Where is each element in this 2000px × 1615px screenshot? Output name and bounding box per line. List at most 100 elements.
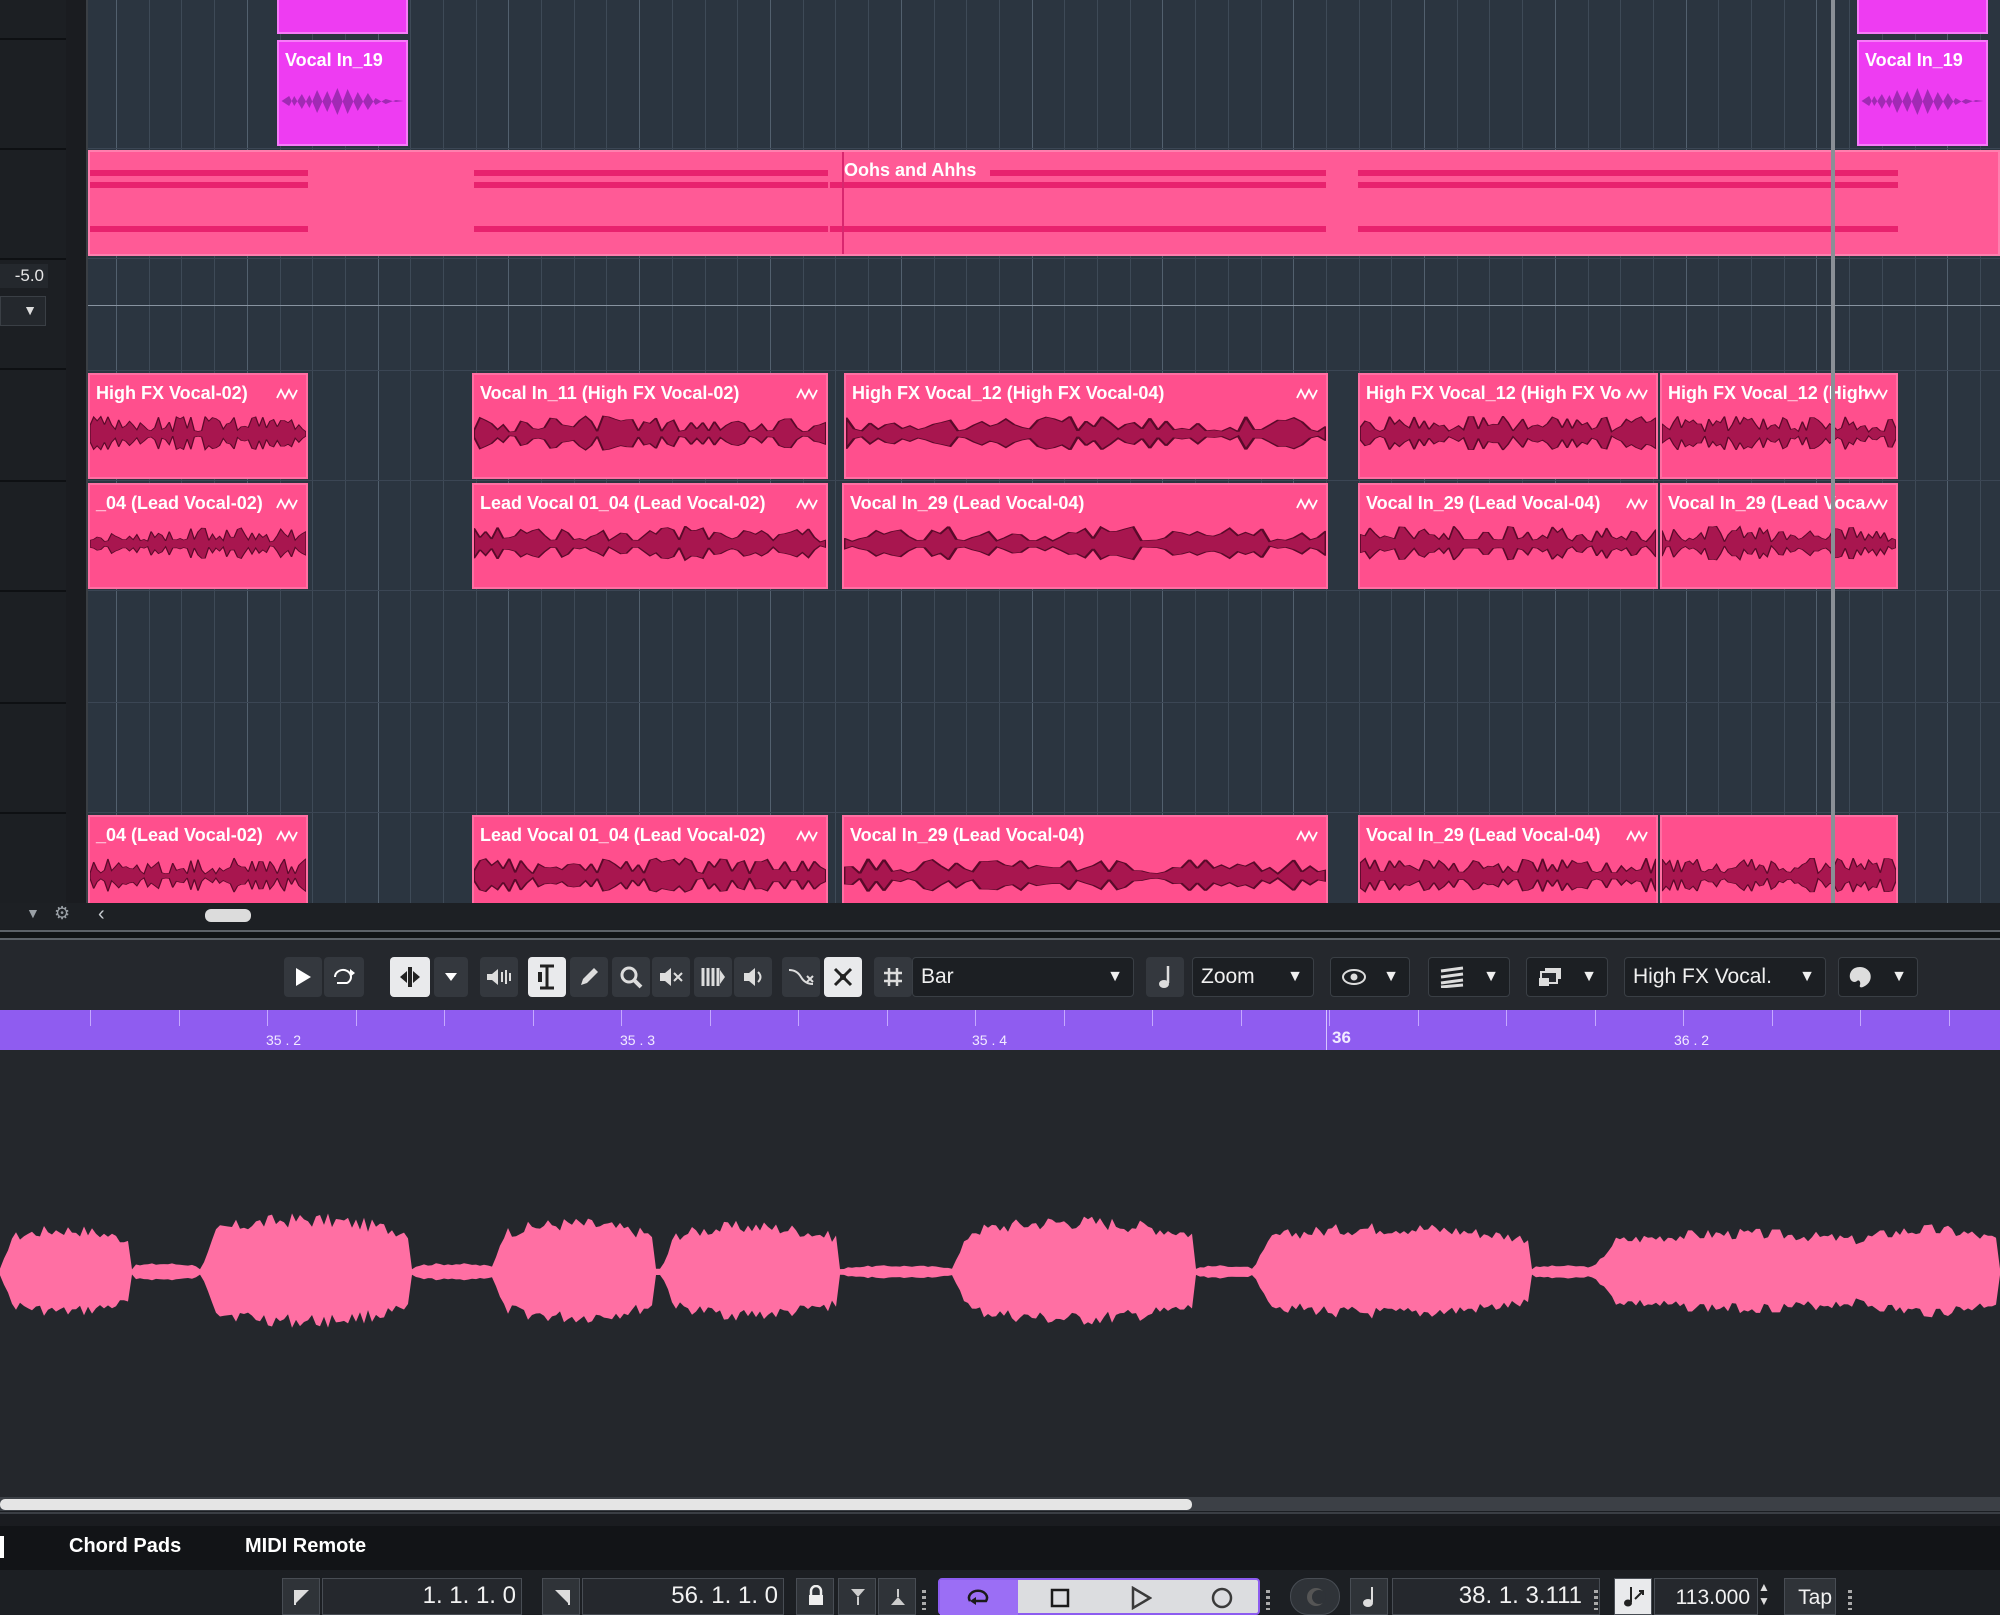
waveform <box>281 88 404 115</box>
event-title: Vocal In_29 (Lead Vocal-04) <box>850 493 1085 513</box>
audio-event[interactable]: Lead Vocal 01_04 (Lead Vocal-02) <box>472 815 828 905</box>
grid-button[interactable] <box>874 957 912 997</box>
record-button[interactable] <box>1180 1580 1260 1615</box>
speaker-icon <box>744 968 762 986</box>
gear-icon[interactable]: ⚙ <box>54 903 70 924</box>
grip-handle[interactable] <box>922 1590 926 1610</box>
track-volume-dropdown[interactable]: ▼ <box>0 296 46 326</box>
click-button[interactable] <box>1350 1578 1388 1615</box>
mute-speaker-icon <box>660 968 683 986</box>
punch-in-button[interactable] <box>838 1578 876 1615</box>
project-scroll-thumb[interactable] <box>205 909 251 922</box>
warp-icon <box>276 387 298 401</box>
audio-event[interactable]: _04 (Lead Vocal-02) <box>88 483 308 589</box>
audio-event[interactable]: Lead Vocal 01_04 (Lead Vocal-02) <box>472 483 828 589</box>
grip-handle[interactable] <box>1848 1590 1852 1610</box>
tap-tempo-label: Tap <box>1798 1586 1832 1609</box>
cycle-button[interactable] <box>940 1580 1018 1615</box>
audio-event[interactable]: High FX Vocal_12 (High FX Vo <box>1358 373 1658 479</box>
right-locator-value: 56. 1. 1. 0 <box>671 1582 778 1609</box>
punch-in-icon <box>851 1589 865 1605</box>
ruler-label: 36 . 2 <box>1674 1032 1710 1048</box>
audio-event[interactable] <box>1660 815 1898 905</box>
layers-dropdown[interactable]: ▼ <box>1428 957 1510 997</box>
sample-editor-waveform[interactable] <box>0 1050 2000 1500</box>
play-button[interactable] <box>1100 1580 1180 1615</box>
note-icon <box>1159 966 1170 988</box>
color-menu-dropdown[interactable]: ▼ <box>1838 957 1918 997</box>
zero-crossing-icon <box>788 969 814 985</box>
waveform <box>90 857 306 893</box>
audio-event-vocal-in-19-right[interactable]: Vocal In_19 <box>1857 40 1988 146</box>
snap-button[interactable] <box>824 957 862 997</box>
window-layout-dropdown[interactable]: ▼ <box>1526 957 1608 997</box>
project-cursor[interactable] <box>1831 0 1835 905</box>
stop-button[interactable] <box>1020 1580 1100 1615</box>
grid-type-dropdown[interactable]: Bar ▼ <box>912 957 1134 997</box>
event-title: High FX Vocal_12 (High FX Vocal-04) <box>852 383 1165 403</box>
audition-volume-button[interactable] <box>480 957 518 997</box>
grip-handle[interactable] <box>1594 1590 1598 1610</box>
event-title: High FX Vocal-02) <box>96 383 248 403</box>
audio-event-top-a[interactable] <box>277 0 408 34</box>
lock-icon <box>809 1585 823 1605</box>
tab-chord-pads[interactable]: Chord Pads <box>69 1535 181 1558</box>
track-volume-value[interactable]: -5.0 <box>0 264 48 288</box>
midi-part-oohs-and-ahhs[interactable]: Oohs and Ahhs <box>88 150 2000 256</box>
audio-event[interactable]: Vocal In_11 (High FX Vocal-02) <box>472 373 828 479</box>
right-locator-button[interactable] <box>542 1578 580 1615</box>
quantize-note-button[interactable] <box>1146 957 1184 997</box>
audio-event[interactable]: High FX Vocal_12 (High <box>1660 373 1898 479</box>
audio-event[interactable]: Vocal In_29 (Lead Vocal-04) <box>842 815 1328 905</box>
snap-zero-crossing-button[interactable] <box>782 957 820 997</box>
visibility-dropdown[interactable]: ▼ <box>1330 957 1410 997</box>
punch-out-button[interactable] <box>878 1578 916 1615</box>
audio-event[interactable]: Vocal In_29 (Lead Vocal-04) <box>1358 815 1658 905</box>
editor-track-name: High FX Vocal. <box>1633 965 1772 988</box>
editor-ruler[interactable]: 35 . 2 35 . 3 35 . 4 36 36 . 2 <box>0 1010 2000 1050</box>
project-scrollbar[interactable]: ▼ ⚙ ‹ <box>0 903 2000 929</box>
play-tool-button[interactable] <box>284 957 322 997</box>
audio-event-vocal-in-19[interactable]: Vocal In_19 <box>277 40 408 146</box>
warp-icon <box>796 829 818 843</box>
scroll-left-icon[interactable]: ‹ <box>98 903 105 926</box>
collapse-icon[interactable]: ▼ <box>26 905 40 921</box>
audio-event[interactable]: High FX Vocal_12 (High FX Vocal-04) <box>844 373 1328 479</box>
audio-event[interactable]: _04 (Lead Vocal-02) <box>88 815 308 905</box>
audio-event-top-b[interactable] <box>1857 0 1988 34</box>
tempo-note-icon <box>1624 1587 1644 1607</box>
left-locator-button[interactable] <box>282 1578 320 1615</box>
tab-midi-remote[interactable]: MIDI Remote <box>245 1535 366 1558</box>
zoom-tool-button[interactable] <box>612 957 650 997</box>
zoom-mode-dropdown[interactable]: Zoom ▼ <box>1192 957 1314 997</box>
metronome-toggle[interactable] <box>1290 1578 1340 1615</box>
chevron-down-icon: ▼ <box>1383 968 1399 985</box>
project-event-display[interactable]: Vocal In_19 Vocal In_19 Oohs and Ahhs Hi… <box>88 0 2000 905</box>
magnifier-icon <box>620 966 643 989</box>
audio-event[interactable]: Vocal In_29 (Lead Vocal-04) <box>842 483 1328 589</box>
auto-scroll-dropdown[interactable] <box>434 957 468 997</box>
time-warp-tool-button[interactable] <box>694 957 732 997</box>
audio-event[interactable]: Vocal In_29 (Lead Voca <box>1660 483 1898 589</box>
audio-event[interactable]: High FX Vocal-02) <box>88 373 308 479</box>
audition-tool-button[interactable] <box>734 957 772 997</box>
timewarp-icon <box>701 968 725 986</box>
editor-scroll-thumb[interactable] <box>0 1499 1192 1510</box>
loop-tool-button[interactable] <box>324 957 364 997</box>
tempo-stepper[interactable]: ▲ ▼ <box>1758 1580 1772 1613</box>
mute-tool-button[interactable] <box>652 957 690 997</box>
event-title: _04 (Lead Vocal-02) <box>96 493 263 513</box>
ruler-label: 35 . 2 <box>266 1032 302 1048</box>
lower-zone-splitter[interactable] <box>0 930 2000 940</box>
audio-event[interactable]: Vocal In_29 (Lead Vocal-04) <box>1358 483 1658 589</box>
track-header-divider[interactable] <box>66 0 88 905</box>
ruler-label-bar: 36 <box>1332 1028 1351 1047</box>
grip-handle[interactable] <box>1266 1590 1270 1610</box>
range-selection-tool-button[interactable] <box>528 957 566 997</box>
auto-scroll-button[interactable] <box>390 957 430 997</box>
waveform <box>1360 857 1656 893</box>
tempo-track-button[interactable] <box>1614 1578 1652 1615</box>
lock-button[interactable] <box>796 1578 834 1615</box>
editor-track-select-dropdown[interactable]: High FX Vocal. ▼ <box>1624 957 1826 997</box>
draw-tool-button[interactable] <box>570 957 608 997</box>
